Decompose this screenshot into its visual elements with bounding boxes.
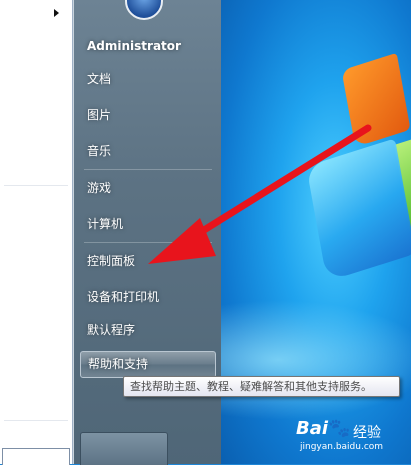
menu-item-music[interactable]: 音乐 <box>80 139 216 163</box>
menu-item-computer[interactable]: 计算机 <box>80 212 216 236</box>
baidu-jingyan-text: 经验 <box>353 425 381 441</box>
shutdown-options-button[interactable] <box>147 432 168 465</box>
program-list-divider <box>4 185 68 186</box>
menu-item-default-programs[interactable]: 默认程序 <box>80 318 216 342</box>
baidu-jingyan-url: jingyan.baidu.com <box>300 442 384 452</box>
windows-logo-blue-pane <box>306 138 411 282</box>
menu-item-help-support[interactable]: 帮助和支持 <box>80 351 216 378</box>
user-folder-link[interactable]: Administrator <box>80 34 216 58</box>
shutdown-button[interactable] <box>80 432 148 465</box>
menu-item-devices-printers[interactable]: 设备和打印机 <box>80 285 216 309</box>
baidu-logo-text: Bai <box>296 418 329 439</box>
windows-logo-orange-pane <box>341 52 411 148</box>
menu-item-documents[interactable]: 文档 <box>80 67 216 91</box>
menu-item-games[interactable]: 游戏 <box>80 176 216 200</box>
wallpaper-light-streak <box>220 290 411 430</box>
submenu-arrow-icon[interactable] <box>54 9 59 17</box>
baidu-logo: Bai🐾 <box>296 418 350 439</box>
menu-item-control-panel[interactable]: 控制面板 <box>80 249 216 273</box>
baidu-paw-icon: 🐾 <box>328 418 351 439</box>
start-search-input[interactable] <box>2 448 70 465</box>
program-list-divider <box>4 420 68 421</box>
help-support-tooltip: 查找帮助主题、教程、疑难解答和其他支持服务。 <box>123 376 400 397</box>
start-menu-program-list[interactable] <box>0 0 73 465</box>
menu-divider <box>84 169 212 170</box>
menu-divider <box>84 242 212 243</box>
user-avatar[interactable] <box>125 0 163 20</box>
menu-item-pictures[interactable]: 图片 <box>80 103 216 127</box>
